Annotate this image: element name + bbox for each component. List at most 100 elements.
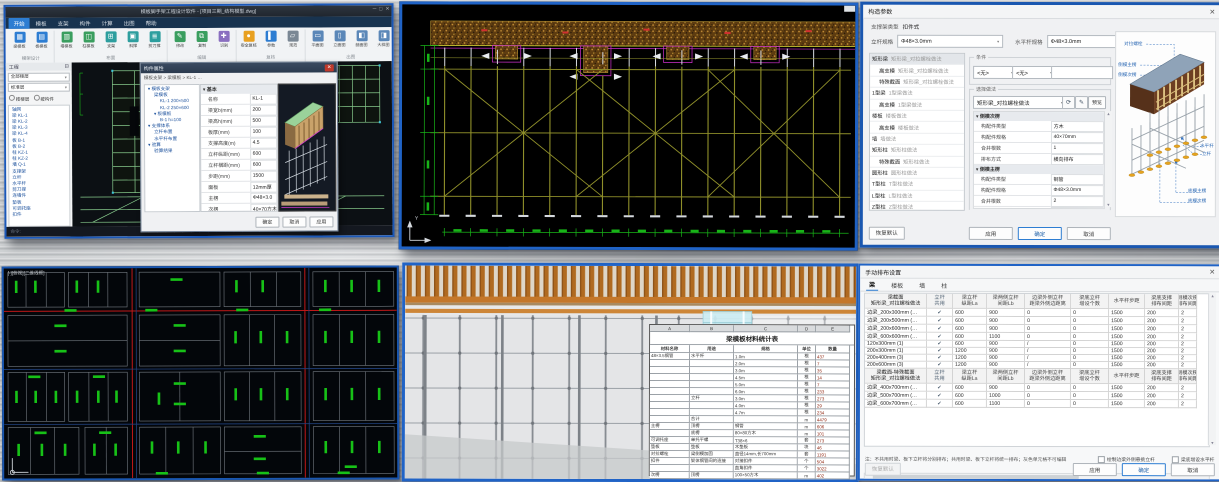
property-section[interactable]: ▾ 侧模次楞: [974, 112, 1104, 121]
checkbox-extra-hbar[interactable]: 梁底增设水平杆: [1172, 456, 1215, 463]
dialog-tree[interactable]: ▾ 模板支架梁模板KL-1 200×500KL-2 250×600▾ 板模板B-…: [144, 84, 201, 212]
property-value[interactable]: 600: [250, 160, 278, 171]
property-value[interactable]: 40×70方木: [250, 204, 278, 212]
construct-property-grid[interactable]: ▾ 侧模次楞构配件类型方木构配件规格40×70mm合并根数1排布方式横向排布▾ …: [973, 111, 1105, 209]
method-list-item[interactable]: 墙墙做法: [870, 133, 964, 145]
property-value[interactable]: 4.5: [250, 138, 278, 149]
viewport-label[interactable]: [-][俯视][二维线框]: [8, 270, 45, 276]
property-value[interactable]: 200: [249, 105, 277, 116]
ribbon-button[interactable]: ▤板模板: [32, 31, 52, 50]
maximize-button[interactable]: □: [379, 6, 382, 12]
property-value[interactable]: 1: [1051, 143, 1104, 154]
method-list-item[interactable]: 圆形柱圆形柱做法: [870, 168, 964, 180]
dialog-property-grid[interactable]: ▾ 基本名称KL-1梁宽b(mm)200梁高h(mm)500板厚(mm)100支…: [200, 84, 279, 212]
property-section[interactable]: ▾ 侧模主楞: [974, 165, 1104, 174]
property-value[interactable]: 40×70mm: [1051, 132, 1104, 143]
ribbon-button[interactable]: ▱规范: [283, 30, 303, 49]
special-table-body[interactable]: 边梁_400x700mm (…✔6009000015002002边梁_500x7…: [865, 384, 1209, 409]
cancel-button[interactable]: 取消: [1171, 463, 1215, 476]
pin-icon[interactable]: ⊟: [65, 64, 69, 70]
ribbon-button[interactable]: ▭平面图: [308, 29, 328, 48]
ribbon-tab[interactable]: 出图: [119, 17, 140, 28]
refresh-icon[interactable]: ⟳: [1062, 96, 1075, 109]
ribbon-button[interactable]: ▯立面图: [330, 29, 350, 48]
tree-item[interactable]: 扣件: [9, 212, 69, 218]
pole-spec-select[interactable]: Φ48×3.0mm▾: [897, 35, 1003, 48]
property-value[interactable]: Φ48×3.0: [250, 193, 278, 204]
category-tab[interactable]: 柱: [938, 280, 950, 291]
tree-node[interactable]: 验算结果: [145, 148, 199, 154]
ok-button[interactable]: 确定: [1018, 227, 1062, 240]
ribbon-button[interactable]: ▥墙模板: [57, 31, 77, 50]
method-select[interactable]: 矩形梁_对拉螺栓做法▾: [973, 96, 1067, 109]
property-value[interactable]: 500: [249, 116, 277, 127]
property-value[interactable]: 方木: [1051, 121, 1104, 132]
method-list-item[interactable]: 1型梁1型梁做法: [870, 88, 964, 100]
material-statistics-table[interactable]: ABCDE 梁模板材料统计表 材料名称用途规格单位数量 48×3.5钢管水平杆1…: [649, 324, 855, 476]
method-list-item[interactable]: 高支模楼板做法: [870, 122, 964, 134]
elevation-cad-view[interactable]: Y: [402, 4, 856, 247]
method-list-item[interactable]: L型柱L型柱做法: [870, 190, 964, 202]
dialog-3d-preview[interactable]: [278, 83, 337, 211]
ribbon-button[interactable]: ▌参数: [261, 30, 281, 49]
property-scrollbar[interactable]: ▲▼: [1104, 111, 1112, 207]
method-list-item[interactable]: T型柱T型柱做法: [870, 179, 964, 191]
type-filter-select[interactable]: 标准层▾: [8, 83, 70, 92]
method-list-item[interactable]: 特殊截面矩形梁_对拉螺栓做法: [870, 76, 964, 88]
floor-filter-select[interactable]: 全部楼层▾: [8, 72, 70, 81]
beam-table-body[interactable]: 边梁_200x300mm (…✔6009000015002002边梁_200x5…: [865, 309, 1209, 370]
condition-value-input[interactable]: [1051, 66, 1113, 79]
property-value[interactable]: 横向排布: [1051, 154, 1104, 165]
property-value[interactable]: 1500: [250, 171, 278, 182]
restore-default-button[interactable]: 恢复默认: [869, 226, 905, 239]
ribbon-button[interactable]: ◧剖面图: [352, 29, 372, 48]
property-value[interactable]: 600: [250, 149, 278, 160]
ribbon-tab[interactable]: 帮助: [141, 17, 162, 28]
preview-button[interactable]: 预览: [1088, 96, 1106, 109]
table-vertical-scrollbar[interactable]: ▲▼: [1208, 293, 1216, 445]
component-tree[interactable]: 轴网梁 KL-1梁 KL-2梁 KL-3梁 KL-4板 B-1板 B-2柱 KZ…: [8, 104, 71, 226]
apply-button[interactable]: 应用: [309, 216, 333, 227]
ribbon-tab[interactable]: 支架: [53, 18, 74, 29]
property-value[interactable]: 竖向排布: [1050, 207, 1103, 209]
filter-radios[interactable]: 按楼层 按构件: [6, 93, 72, 103]
category-tab[interactable]: 楼板: [888, 280, 906, 291]
layout-table-area[interactable]: 梁截面矩形梁_对拉螺栓做法立杆共用梁立杆纵距La梁两侧立杆间距Lb边梁外侧立杆距…: [864, 293, 1210, 448]
ribbon-button[interactable]: ⊞支架: [101, 30, 121, 49]
command-prompt[interactable]: 命令:: [10, 229, 20, 235]
ribbon-tab[interactable]: 构件: [75, 17, 96, 28]
ribbon-button[interactable]: ▣斜撑: [123, 30, 143, 49]
apply-button[interactable]: 应用: [969, 227, 1013, 240]
minimize-button[interactable]: ─: [373, 6, 377, 12]
method-list-item[interactable]: 矩形柱矩形柱做法: [870, 145, 964, 157]
ribbon-button[interactable]: ✎修改: [170, 30, 190, 49]
property-value[interactable]: 100: [250, 127, 278, 138]
method-list-item[interactable]: 楼板楼板做法: [870, 111, 964, 123]
close-button[interactable]: ✕: [385, 6, 389, 12]
category-tabs[interactable]: 梁楼板墙柱: [860, 279, 1219, 293]
cancel-button[interactable]: 取消: [1067, 227, 1111, 240]
condition-select-2[interactable]: <无>▾: [1012, 66, 1056, 79]
method-list-item[interactable]: 高支模1型梁做法: [870, 99, 964, 111]
property-value[interactable]: Φ48×3.0mm: [1050, 185, 1103, 196]
ribbon-button[interactable]: ✚识别: [214, 30, 234, 49]
close-icon[interactable]: ✕: [1209, 8, 1215, 16]
ribbon-button[interactable]: ◫柱模板: [79, 30, 99, 49]
ribbon-button[interactable]: ≣剪刀撑: [145, 30, 165, 49]
property-value[interactable]: KL-1: [249, 94, 277, 105]
category-tab[interactable]: 墙: [916, 280, 928, 291]
cancel-button[interactable]: 取消: [282, 217, 306, 228]
restore-default-button[interactable]: 恢复默认: [865, 462, 901, 475]
ribbon-button[interactable]: ⧉复制: [192, 30, 212, 49]
condition-select-1[interactable]: <无>▾: [973, 66, 1017, 79]
method-list-item[interactable]: 矩形梁矩形梁_对拉螺栓做法: [870, 54, 964, 66]
method-list-item[interactable]: 特殊截面矩形柱做法: [870, 156, 964, 168]
ribbon-button[interactable]: ◨大样图: [374, 29, 394, 48]
method-list-item[interactable]: Z型柱Z型柱做法: [870, 202, 964, 211]
method-list[interactable]: 矩形梁矩形梁_对拉螺栓做法高支模矩形梁_对拉螺栓做法特殊截面矩形梁_对拉螺栓做法…: [869, 53, 965, 211]
category-tab[interactable]: 梁: [866, 279, 878, 291]
plan-cad-view[interactable]: [4, 267, 398, 478]
apply-button[interactable]: 应用: [1073, 463, 1117, 476]
edit-icon[interactable]: ✎: [1075, 96, 1088, 109]
method-list-item[interactable]: 高支模矩形梁_对拉螺栓做法: [870, 65, 964, 77]
